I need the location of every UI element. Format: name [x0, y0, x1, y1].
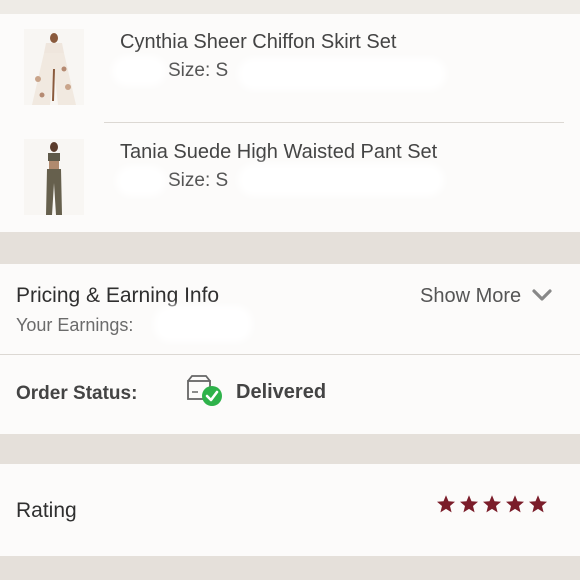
delivered-package-icon — [186, 374, 224, 408]
star-icon — [483, 495, 501, 513]
star-icon — [437, 495, 455, 513]
chevron-down-icon — [532, 288, 552, 307]
item-thumbnail-1[interactable] — [24, 29, 84, 105]
pricing-heading: Pricing & Earning Info — [16, 284, 220, 307]
earnings-label: Your Earnings: — [16, 315, 134, 335]
star-icon — [506, 495, 524, 513]
item-divider — [104, 122, 564, 123]
rating-label: Rating — [16, 499, 77, 522]
show-more-button[interactable]: Show More — [420, 285, 552, 309]
redacted-region — [244, 170, 438, 190]
redacted-region — [244, 64, 440, 84]
redacted-region — [160, 312, 246, 336]
item-size-1: Size: S — [168, 60, 229, 81]
star-icon — [529, 495, 547, 513]
item-title-2[interactable]: Tania Suede High Waisted Pant Set — [120, 141, 437, 164]
order-status-value: Delivered — [236, 381, 327, 403]
section-separator — [0, 232, 580, 264]
item-size-2: Size: S — [168, 170, 229, 191]
section-separator — [0, 556, 580, 580]
item-title-1[interactable]: Cynthia Sheer Chiffon Skirt Set — [120, 31, 396, 54]
section-separator — [0, 434, 580, 464]
redacted-region — [118, 62, 160, 80]
star-icon — [460, 495, 478, 513]
show-more-label: Show More — [420, 285, 522, 307]
order-status-label: Order Status: — [16, 383, 138, 404]
redacted-region — [122, 172, 160, 190]
item-thumbnail-2[interactable] — [24, 139, 84, 215]
pricing-divider — [0, 354, 580, 355]
